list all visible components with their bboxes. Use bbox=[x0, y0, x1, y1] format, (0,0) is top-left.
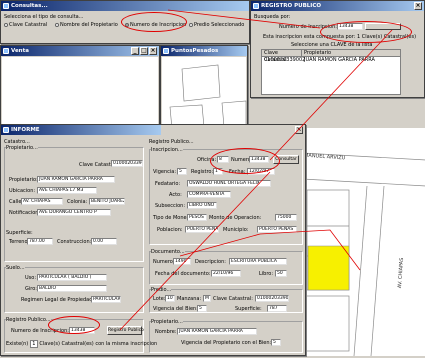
connector-lines bbox=[119, 9, 393, 331]
